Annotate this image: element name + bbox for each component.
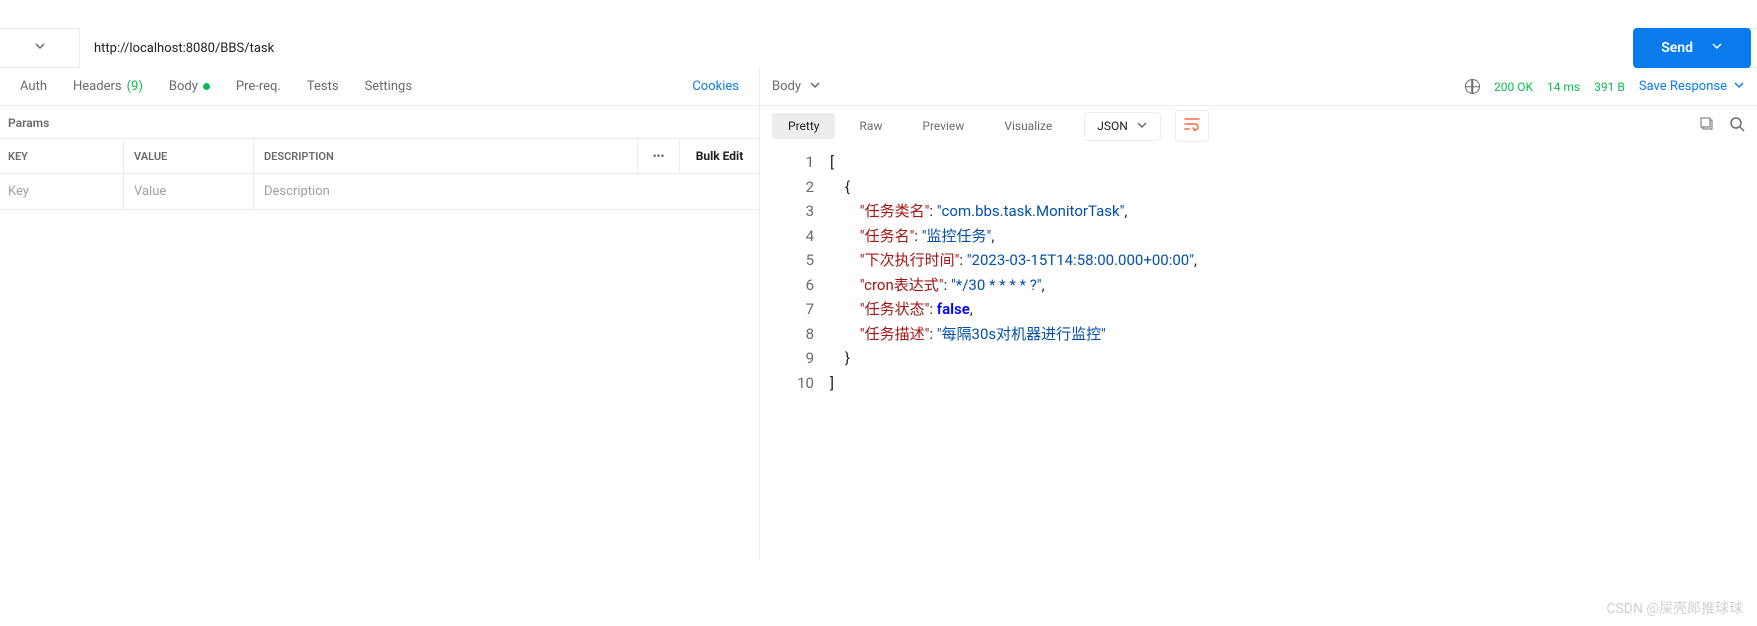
line-gutter: 12345678910: [760, 150, 830, 395]
request-tabs: Auth Headers (9) Body Pre-req. Tests Set…: [0, 68, 759, 106]
tab-settings[interactable]: Settings: [365, 79, 412, 94]
format-label: JSON: [1097, 119, 1128, 133]
chevron-down-icon: [1733, 79, 1745, 95]
chevron-down-icon: [34, 40, 46, 56]
response-header: Body 200 OK 14 ms 391 B Save Response: [760, 68, 1757, 106]
bulk-edit-button[interactable]: Bulk Edit: [679, 139, 759, 173]
tab-tests[interactable]: Tests: [307, 79, 339, 94]
globe-icon[interactable]: [1465, 79, 1480, 94]
params-section-label: Params: [0, 106, 759, 138]
format-selector[interactable]: JSON: [1084, 112, 1161, 141]
response-time: 14 ms: [1547, 80, 1580, 94]
view-tabs: Pretty Raw Preview Visualize JSON: [760, 106, 1757, 146]
col-description: DESCRIPTION: [254, 139, 637, 173]
save-response-label: Save Response: [1639, 79, 1727, 94]
tab-headers[interactable]: Headers (9): [73, 79, 143, 94]
params-header: KEY VALUE DESCRIPTION ••• Bulk Edit: [0, 138, 759, 174]
params-row[interactable]: Key Value Description: [0, 174, 759, 210]
tab-visualize[interactable]: Visualize: [988, 113, 1068, 139]
chevron-down-icon: [1136, 119, 1148, 134]
response-size: 391 B: [1594, 80, 1625, 94]
method-dropdown[interactable]: [0, 28, 80, 68]
response-pane: Body 200 OK 14 ms 391 B Save Response Pr…: [760, 68, 1757, 560]
tab-headers-label: Headers: [73, 79, 122, 94]
url-bar: Send: [0, 28, 1757, 68]
value-input[interactable]: Value: [124, 174, 254, 209]
more-button[interactable]: •••: [637, 139, 679, 173]
dot-icon: [203, 83, 210, 90]
body-drop-label: Body: [772, 79, 801, 94]
tab-body-label: Body: [169, 79, 198, 94]
status-code: 200 OK: [1494, 80, 1533, 94]
code-area[interactable]: 12345678910 [ { "任务类名": "com.bbs.task.Mo…: [760, 146, 1757, 395]
tab-raw[interactable]: Raw: [843, 113, 898, 139]
chevron-down-icon: [1711, 40, 1723, 56]
tab-prereq[interactable]: Pre-req.: [236, 79, 281, 94]
chevron-down-icon: [809, 79, 821, 95]
code-body: [ { "任务类名": "com.bbs.task.MonitorTask", …: [830, 150, 1757, 395]
tab-auth[interactable]: Auth: [20, 79, 47, 94]
response-body-dropdown[interactable]: Body: [772, 79, 821, 95]
watermark: CSDN @屎壳郎推球球: [1606, 598, 1743, 618]
tab-pretty[interactable]: Pretty: [772, 113, 835, 139]
col-key: KEY: [0, 139, 124, 173]
copy-icon[interactable]: [1699, 116, 1715, 136]
cookies-link[interactable]: Cookies: [692, 79, 739, 94]
key-input[interactable]: Key: [0, 174, 124, 209]
split-panes: Auth Headers (9) Body Pre-req. Tests Set…: [0, 68, 1757, 560]
tab-body[interactable]: Body: [169, 79, 210, 94]
wrap-button[interactable]: [1175, 110, 1209, 142]
headers-count: (9): [127, 79, 143, 94]
response-meta: 200 OK 14 ms 391 B Save Response: [1465, 79, 1745, 95]
tab-preview[interactable]: Preview: [906, 113, 980, 139]
col-value: VALUE: [124, 139, 254, 173]
send-label: Send: [1661, 40, 1693, 56]
search-icon[interactable]: [1729, 116, 1745, 136]
desc-input[interactable]: Description: [254, 174, 759, 209]
send-button[interactable]: Send: [1633, 28, 1751, 68]
request-pane: Auth Headers (9) Body Pre-req. Tests Set…: [0, 68, 760, 560]
view-icons: [1699, 116, 1745, 136]
save-response-button[interactable]: Save Response: [1639, 79, 1745, 95]
url-input[interactable]: [80, 28, 1633, 68]
